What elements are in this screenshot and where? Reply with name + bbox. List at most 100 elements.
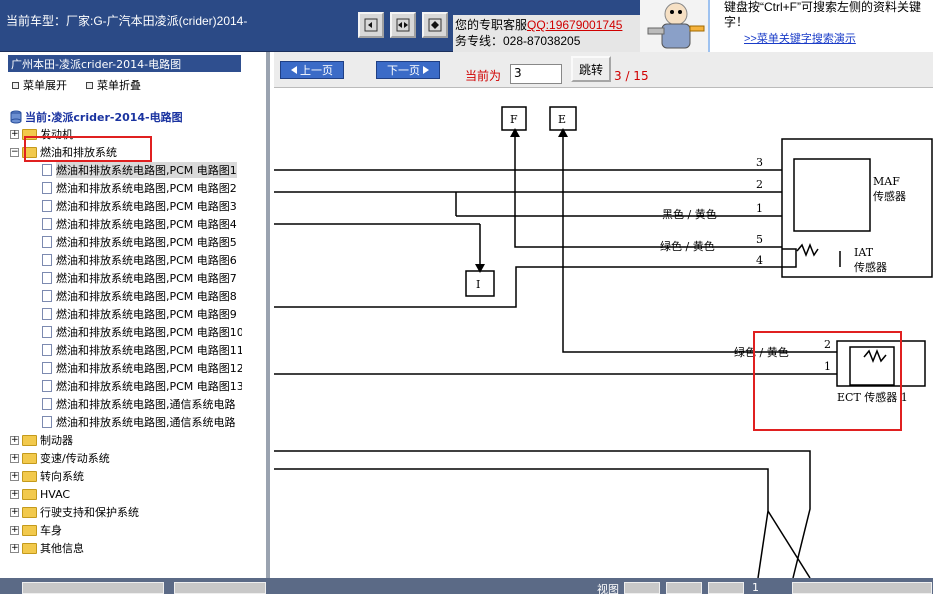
collapse-menu-label: 菜单折叠 (97, 79, 141, 92)
folder-icon (22, 542, 37, 554)
leaf-label: 燃油和排放系统电路图,PCM 电路图2 (56, 182, 237, 195)
pin-1-label: 1 (756, 202, 763, 215)
view-label: 视图 (597, 583, 619, 596)
layout-left-button[interactable] (358, 12, 384, 38)
tree-node-hvac[interactable]: + HVAC (10, 485, 70, 503)
document-icon (42, 326, 52, 338)
tree-leaf-pcm-12[interactable]: 燃油和排放系统电路图,PCM 电路图12 (42, 359, 242, 377)
document-icon (42, 308, 52, 320)
expand-toggle-icon[interactable]: + (10, 453, 19, 463)
tree-node-other-info[interactable]: + 其他信息 (10, 539, 84, 555)
bottom-button-2[interactable] (174, 582, 266, 594)
document-icon (42, 362, 52, 374)
tree-node-body[interactable]: + 车身 (10, 521, 62, 539)
support-qq-link[interactable]: QQ:19679001745 (527, 18, 622, 32)
support-phone: 务专线：028-87038205 (455, 34, 581, 48)
folder-icon (22, 434, 37, 446)
iat-loop (782, 248, 797, 268)
arrow-left-right-icon (364, 18, 378, 32)
left-panel: 广州本田-凌派crider-2014-电路图 菜单展开 菜单折叠 当前:凌派cr… (0, 52, 270, 578)
tree-node-brakes[interactable]: + 制动器 (10, 431, 73, 449)
wire-color-black-yellow: 黑色 / 黄色 (662, 207, 717, 221)
tree-leaf-pcm-11[interactable]: 燃油和排放系统电路图,PCM 电路图11 (42, 341, 242, 359)
tree-leaf-pcm-13[interactable]: 燃油和排放系统电路图,PCM 电路图13 (42, 377, 242, 395)
page-count: 3 / 15 (614, 69, 649, 83)
tree-leaf-comm-1[interactable]: 燃油和排放系统电路图,通信系统电路 (42, 395, 236, 413)
collapse-menu-button[interactable]: 菜单折叠 (86, 77, 141, 93)
next-page-label: 下一页 (387, 64, 420, 77)
expand-toggle-icon[interactable]: + (10, 129, 19, 139)
folder-icon (22, 452, 37, 464)
database-icon (10, 110, 22, 124)
leaf-label: 燃油和排放系统电路图,PCM 电路图4 (56, 218, 237, 231)
prev-page-button[interactable]: 上一页 (280, 61, 344, 79)
expand-toggle-icon[interactable]: + (10, 489, 19, 499)
tree-leaf-pcm-5[interactable]: 燃油和排放系统电路图,PCM 电路图5 (42, 233, 237, 251)
maf-label-2: 传感器 (873, 190, 906, 203)
bottom-page-number: 1 (752, 581, 759, 594)
expand-toggle-icon[interactable]: + (10, 543, 19, 553)
tree-leaf-pcm-6[interactable]: 燃油和排放系统电路图,PCM 电路图6 (42, 251, 237, 269)
tree-node-driving-support[interactable]: + 行驶支持和保护系统 (10, 503, 139, 521)
expand-toggle-icon[interactable]: + (10, 435, 19, 445)
expand-menu-label: 菜单展开 (23, 79, 67, 92)
tip-text-line1: 键盘按“Ctrl+F”可搜索左侧的资料关键 (724, 0, 921, 14)
support-label: 您的专职客服 (455, 18, 528, 32)
document-icon (42, 344, 52, 356)
document-icon (42, 416, 52, 428)
expand-toggle-icon[interactable]: + (10, 507, 19, 517)
pin-2-label: 2 (756, 178, 763, 191)
search-demo-link[interactable]: >>菜单关键字搜索演示 (744, 32, 856, 47)
connector-f-label: F (510, 113, 518, 126)
tree-leaf-pcm-3[interactable]: 燃油和排放系统电路图,PCM 电路图3 (42, 197, 237, 215)
top-bar: 当前车型：厂家:G-广汽本田凌派(crider)2014- 您的专职客服QQ:1… (0, 0, 933, 52)
highlight-box-fuel-system (24, 136, 152, 162)
leaf-label: 燃油和排放系统电路图,PCM 电路图13 (56, 380, 242, 393)
leaf-label: 燃油和排放系统电路图,PCM 电路图9 (56, 308, 237, 321)
tree-node-steering[interactable]: + 转向系统 (10, 467, 84, 485)
expand-toggle-icon[interactable]: + (10, 525, 19, 535)
iat-thermistor-icon (796, 242, 819, 258)
tree-leaf-pcm-7[interactable]: 燃油和排放系统电路图,PCM 电路图7 (42, 269, 237, 287)
tree-leaf-pcm-2[interactable]: 燃油和排放系统电路图,PCM 电路图2 (42, 179, 237, 197)
next-page-button[interactable]: 下一页 (376, 61, 440, 79)
tree-node-label: HVAC (40, 487, 71, 501)
mascot-image (640, 0, 708, 52)
expand-toggle-icon[interactable]: + (10, 471, 19, 481)
tree-leaf-pcm-8[interactable]: 燃油和排放系统电路图,PCM 电路图8 (42, 287, 237, 305)
wire-color-green-yellow: 绿色 / 黄色 (660, 239, 715, 253)
wire-pin4 (274, 266, 782, 308)
leaf-label: 燃油和排放系统电路图,PCM 电路图7 (56, 272, 237, 285)
layout-right-button[interactable] (422, 12, 448, 38)
folder-icon (22, 506, 37, 518)
view-fit-button[interactable] (708, 582, 744, 594)
collapse-toggle-icon[interactable]: − (10, 147, 19, 157)
view-double-button[interactable] (666, 582, 702, 594)
pin-3-label: 3 (756, 156, 763, 169)
leaf-label: 燃油和排放系统电路图,PCM 电路图8 (56, 290, 237, 303)
view-single-button[interactable] (624, 582, 660, 594)
tree-leaf-pcm-9[interactable]: 燃油和排放系统电路图,PCM 电路图9 (42, 305, 237, 323)
tree-leaf-pcm-10[interactable]: 燃油和排放系统电路图,PCM 电路图10 (42, 323, 242, 341)
current-car-model: 当前车型：厂家:G-广汽本田凌派(crider)2014- (6, 14, 248, 28)
leaf-label: 燃油和排放系统电路图,PCM 电路图6 (56, 254, 237, 267)
layout-split-button[interactable] (390, 12, 416, 38)
iat-label-2: 传感器 (854, 261, 887, 274)
arrow-left-icon (291, 66, 297, 74)
expand-menu-button[interactable]: 菜单展开 (12, 77, 67, 93)
square-icon (12, 81, 19, 89)
bottom-button-3[interactable] (792, 582, 932, 594)
leaf-label: 燃油和排放系统电路图,PCM 电路图11 (56, 344, 242, 357)
leaf-label: 燃油和排放系统电路图,通信系统电路 (56, 416, 236, 429)
pin-5-label: 5 (756, 233, 763, 246)
tree-node-transmission[interactable]: + 变速/传动系统 (10, 449, 110, 467)
tree-leaf-comm-2[interactable]: 燃油和排放系统电路图,通信系统电路 (42, 413, 236, 431)
page-number-input[interactable]: 3 (510, 64, 562, 84)
tree-leaf-pcm-1[interactable]: 燃油和排放系统电路图,PCM 电路图1 (42, 161, 237, 179)
prev-page-label: 上一页 (300, 64, 333, 77)
jump-button[interactable]: 跳转 (571, 56, 611, 82)
tree-node-label: 车身 (40, 524, 62, 537)
bottom-button-1[interactable] (22, 582, 164, 594)
tree-leaf-pcm-4[interactable]: 燃油和排放系统电路图,PCM 电路图4 (42, 215, 237, 233)
connector-i-label: I (476, 278, 480, 291)
